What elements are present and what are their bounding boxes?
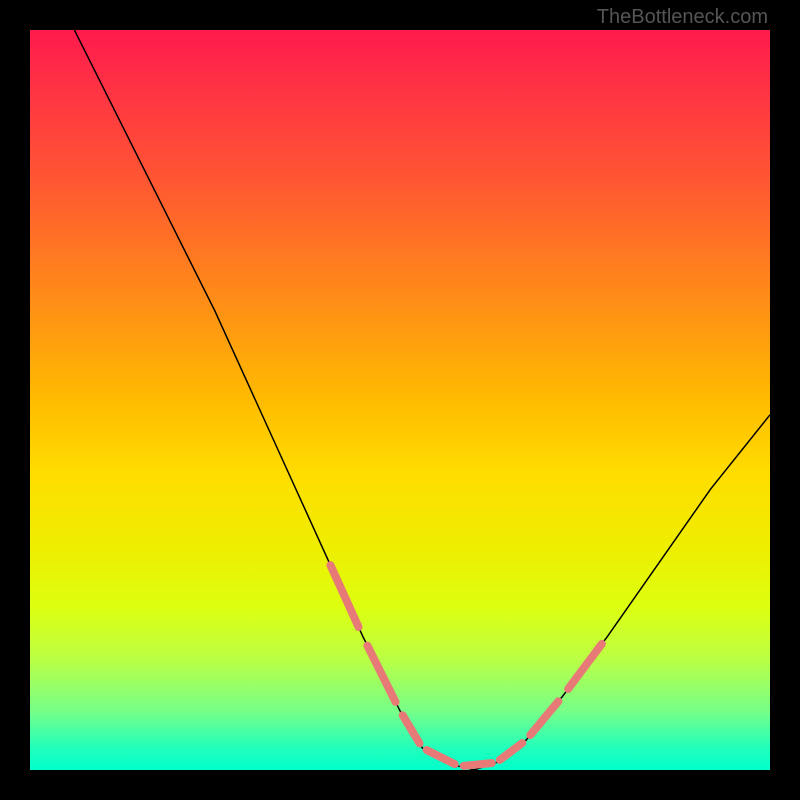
highlight-dash [530,701,558,735]
highlight-dash [427,750,455,764]
highlight-dash [464,763,492,766]
highlight-dash [500,743,522,760]
highlight-dash [403,715,420,743]
highlight-dash [367,646,395,702]
plot-area [30,30,770,770]
watermark-text: TheBottleneck.com [597,6,768,29]
main-curve-group [74,30,770,770]
curve-svg [30,30,770,770]
highlight-dash [330,565,358,627]
chart-container: TheBottleneck.com [0,0,800,800]
main-curve-path [74,30,770,770]
highlight-dash [568,644,602,689]
highlight-dashes-group [330,565,601,766]
